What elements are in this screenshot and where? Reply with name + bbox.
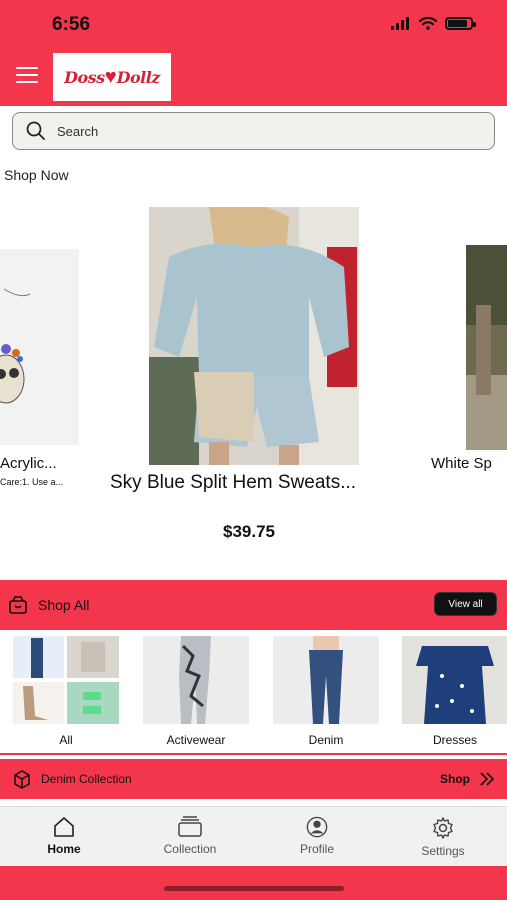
category-label: Denim — [308, 733, 344, 747]
product-name: Acrylic... — [0, 455, 57, 472]
product-name: Sky Blue Split Hem Sweats... — [110, 472, 357, 493]
product-image-sweatshirt — [149, 207, 359, 465]
category-denim[interactable]: Denim — [273, 636, 379, 747]
tab-label: Profile — [299, 842, 334, 856]
category-image — [143, 636, 249, 724]
status-icons — [391, 16, 476, 30]
search-input[interactable] — [57, 123, 457, 139]
logo-text-right: Dollz — [116, 67, 161, 87]
category-list: All Activewear Denim Dresses — [0, 630, 507, 755]
heart-icon: ♥ — [104, 65, 117, 88]
category-label: All — [59, 733, 73, 747]
shop-link[interactable]: Shop — [440, 772, 470, 786]
signal-icon — [391, 16, 409, 30]
shop-all-title: Shop All — [38, 597, 90, 613]
product-name: White Sp — [431, 455, 492, 472]
category-label: Activewear — [166, 733, 226, 747]
product-card-right[interactable]: White Sp — [431, 195, 507, 495]
home-indicator[interactable] — [164, 886, 344, 891]
category-image — [13, 636, 119, 724]
double-chevron-right-icon[interactable] — [477, 769, 497, 789]
product-description: Care:1. Use a... — [0, 477, 64, 487]
product-carousel[interactable]: Acrylic... Care:1. Use a... Sky Blue Spl… — [0, 195, 507, 565]
search-bar[interactable] — [12, 112, 495, 150]
product-price: $39.75 — [223, 522, 275, 541]
profile-icon — [306, 816, 328, 838]
status-time: 6:56 — [52, 14, 91, 35]
box-icon — [14, 770, 30, 789]
shop-all-bar: Shop All View all — [0, 580, 507, 630]
product-card-left[interactable]: Acrylic... Care:1. Use a... — [0, 195, 80, 495]
logo[interactable]: Doss ♥ Dollz — [53, 53, 171, 101]
category-all[interactable]: All — [13, 636, 119, 747]
battery-icon — [445, 16, 476, 30]
collection-icon — [178, 816, 202, 837]
shop-now-heading: Shop Now — [4, 167, 69, 183]
tab-settings[interactable]: Settings — [393, 807, 493, 867]
wifi-icon — [419, 16, 437, 30]
tab-home[interactable]: Home — [14, 807, 114, 867]
box-icon — [9, 596, 27, 614]
search-icon — [26, 121, 45, 140]
category-image — [402, 636, 507, 724]
product-image-skull-art — [0, 249, 79, 445]
tab-profile[interactable]: Profile — [267, 807, 367, 867]
denim-collection-title: Denim Collection — [41, 772, 132, 786]
category-dresses[interactable]: Dresses — [402, 636, 507, 747]
product-card-center[interactable]: Sky Blue Split Hem Sweats... $39.75 — [106, 195, 406, 555]
app-header: Doss ♥ Dollz — [0, 48, 507, 106]
divider — [0, 753, 507, 755]
menu-icon[interactable] — [16, 67, 38, 85]
denim-collection-bar[interactable]: Denim Collection Shop — [0, 759, 507, 799]
logo-text-left: Doss — [64, 67, 105, 87]
tab-label: Collection — [163, 842, 217, 856]
gear-icon — [433, 817, 453, 839]
view-all-button[interactable]: View all — [434, 592, 497, 616]
status-bar: 6:56 — [0, 0, 507, 48]
tab-collection[interactable]: Collection — [140, 807, 240, 867]
tab-label: Home — [47, 842, 81, 856]
home-icon — [54, 817, 74, 837]
category-activewear[interactable]: Activewear — [143, 636, 249, 747]
category-label: Dresses — [432, 733, 477, 747]
product-image-outdoor — [466, 245, 507, 450]
category-image — [273, 636, 379, 724]
tab-bar: Home Collection Profile Settings — [0, 806, 507, 866]
home-indicator-area — [0, 866, 507, 900]
tab-label: Settings — [421, 844, 465, 858]
